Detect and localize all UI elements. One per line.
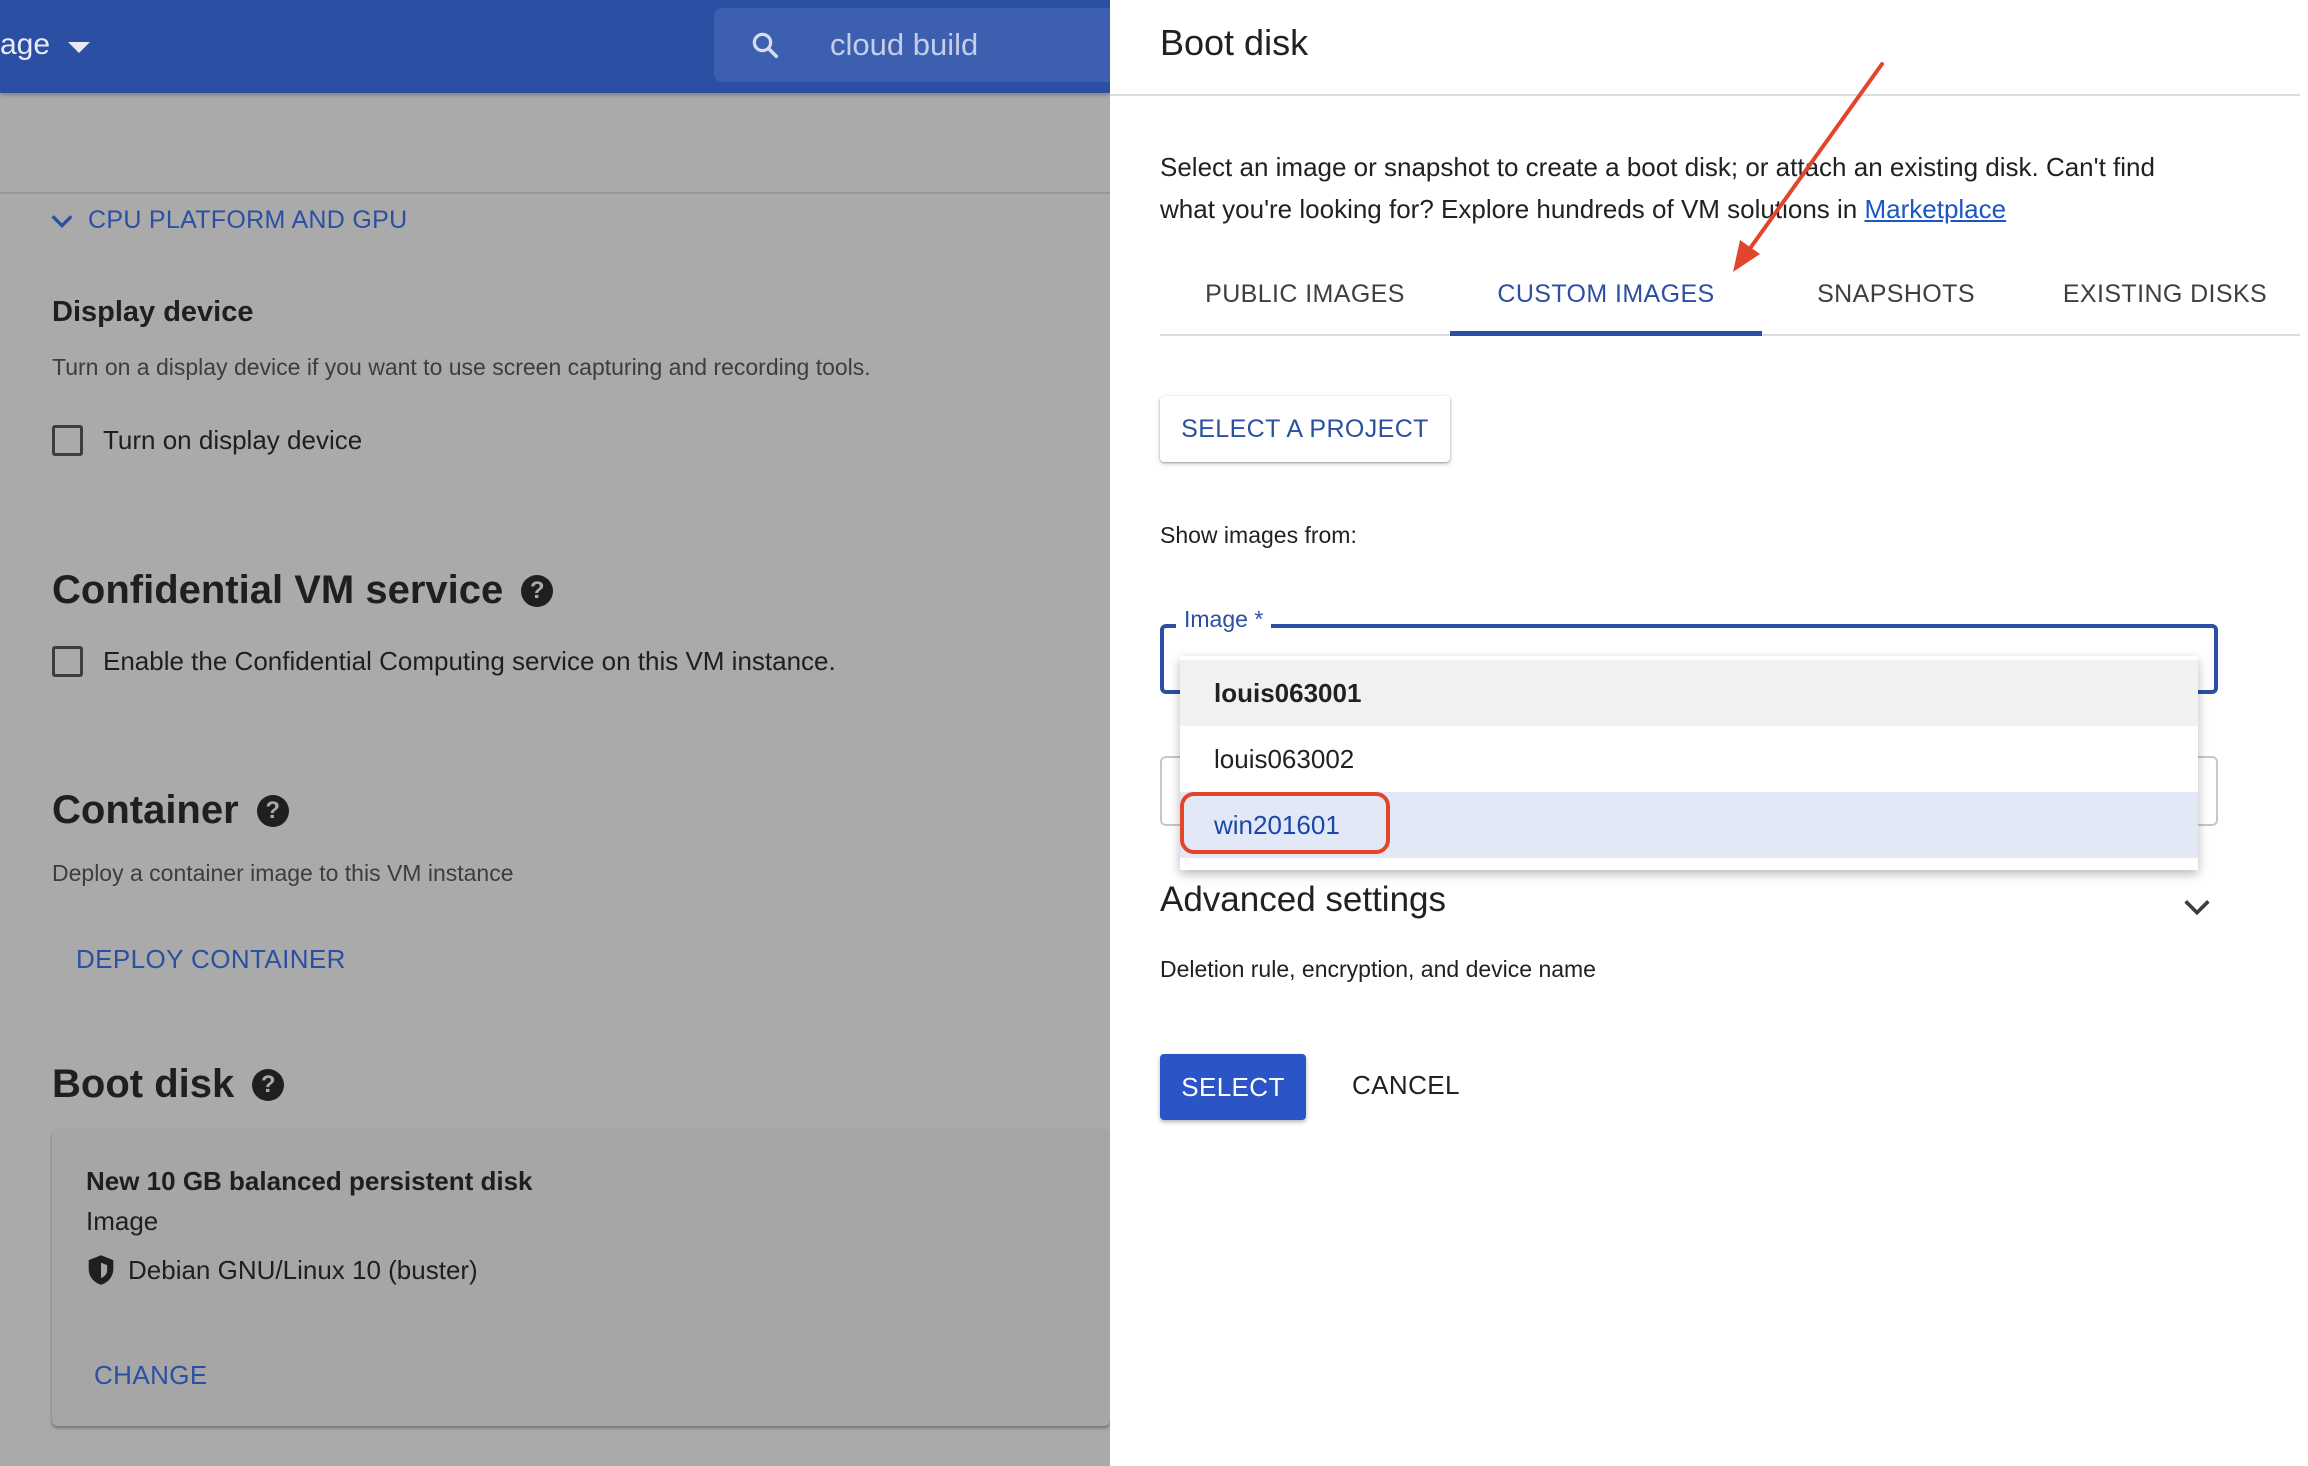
cpu-platform-label: CPU PLATFORM AND GPU xyxy=(88,206,408,234)
create-instance-page-dimmed: age cloud build CPU PLATFORM AND GPU Dis… xyxy=(0,0,1110,1466)
display-device-checkbox-label: Turn on display device xyxy=(103,425,363,455)
caret-down-icon[interactable] xyxy=(68,42,90,53)
help-icon[interactable]: ? xyxy=(256,794,289,827)
description-line-1: Select an image or snapshot to create a … xyxy=(1160,152,2155,182)
confidential-vm-checkbox[interactable] xyxy=(52,646,83,677)
screen: age cloud build CPU PLATFORM AND GPU Dis… xyxy=(0,0,2308,1466)
image-option-louis063001[interactable]: louis063001 xyxy=(1180,660,2198,726)
tab-existing-disks[interactable]: EXISTING DISKS xyxy=(2030,266,2300,336)
highlight-ring xyxy=(1180,792,1390,854)
advanced-settings-title[interactable]: Advanced settings xyxy=(1160,880,1446,920)
divider xyxy=(1110,94,2300,96)
container-title: Container xyxy=(52,788,239,832)
show-images-from-label: Show images from: xyxy=(1160,522,1357,548)
cancel-button[interactable]: CANCEL xyxy=(1352,1070,1460,1101)
search-icon xyxy=(752,32,778,58)
image-option-louis063002[interactable]: louis063002 xyxy=(1180,726,2198,792)
chevron-down-icon[interactable] xyxy=(2180,890,2214,924)
change-boot-disk-button[interactable]: CHANGE xyxy=(94,1360,208,1391)
tab-custom-images[interactable]: CUSTOM IMAGES xyxy=(1450,266,1762,336)
display-device-option[interactable]: Turn on display device xyxy=(52,425,362,456)
deploy-container-button[interactable]: DEPLOY CONTAINER xyxy=(76,944,346,975)
boot-disk-card: New 10 GB balanced persistent disk Image… xyxy=(52,1130,1110,1426)
description-line-2: what you're looking for? Explore hundred… xyxy=(1160,194,1858,224)
boot-disk-panel: Boot disk Select an image or snapshot to… xyxy=(1110,0,2308,1466)
panel-title: Boot disk xyxy=(1160,22,1309,63)
boot-disk-os-row: Debian GNU/Linux 10 (buster) xyxy=(86,1254,478,1286)
boot-disk-type: Image xyxy=(86,1206,159,1236)
top-app-bar: age cloud build xyxy=(0,0,1110,93)
project-selector-label[interactable]: age xyxy=(0,28,50,62)
cpu-platform-toggle[interactable]: CPU PLATFORM AND GPU xyxy=(48,206,407,235)
tab-snapshots[interactable]: SNAPSHOTS xyxy=(1762,266,2030,336)
shield-icon xyxy=(88,1255,114,1285)
display-device-title: Display device xyxy=(52,296,254,328)
advanced-settings-subtitle: Deletion rule, encryption, and device na… xyxy=(1160,956,1596,982)
chevron-down-icon xyxy=(51,214,73,228)
container-description: Deploy a container image to this VM inst… xyxy=(52,860,514,886)
panel-description: Select an image or snapshot to create a … xyxy=(1160,146,2290,230)
boot-disk-name: New 10 GB balanced persistent disk xyxy=(86,1166,533,1196)
marketplace-link[interactable]: Marketplace xyxy=(1864,194,2006,224)
search-bar[interactable]: cloud build xyxy=(714,8,1110,82)
select-project-button[interactable]: SELECT A PROJECT xyxy=(1160,396,1450,462)
display-device-checkbox[interactable] xyxy=(52,425,83,456)
search-input[interactable]: cloud build xyxy=(830,27,978,63)
display-device-description: Turn on a display device if you want to … xyxy=(52,354,871,380)
divider xyxy=(0,192,1110,194)
boot-disk-title: Boot disk xyxy=(52,1062,235,1106)
boot-disk-heading: Boot disk ? xyxy=(52,1062,285,1107)
select-button[interactable]: SELECT xyxy=(1160,1054,1306,1120)
help-icon[interactable]: ? xyxy=(252,1068,285,1101)
confidential-vm-checkbox-label: Enable the Confidential Computing servic… xyxy=(103,646,836,676)
help-icon[interactable]: ? xyxy=(521,574,554,607)
boot-disk-os: Debian GNU/Linux 10 (buster) xyxy=(128,1254,478,1285)
image-source-tabs: PUBLIC IMAGES CUSTOM IMAGES SNAPSHOTS EX… xyxy=(1160,266,2300,336)
tab-public-images[interactable]: PUBLIC IMAGES xyxy=(1160,266,1450,336)
confidential-vm-option[interactable]: Enable the Confidential Computing servic… xyxy=(52,646,836,677)
image-field-label: Image * xyxy=(1176,606,1272,633)
confidential-vm-title: Confidential VM service xyxy=(52,568,504,612)
confidential-vm-heading: Confidential VM service ? xyxy=(52,568,554,613)
container-heading: Container ? xyxy=(52,788,289,833)
